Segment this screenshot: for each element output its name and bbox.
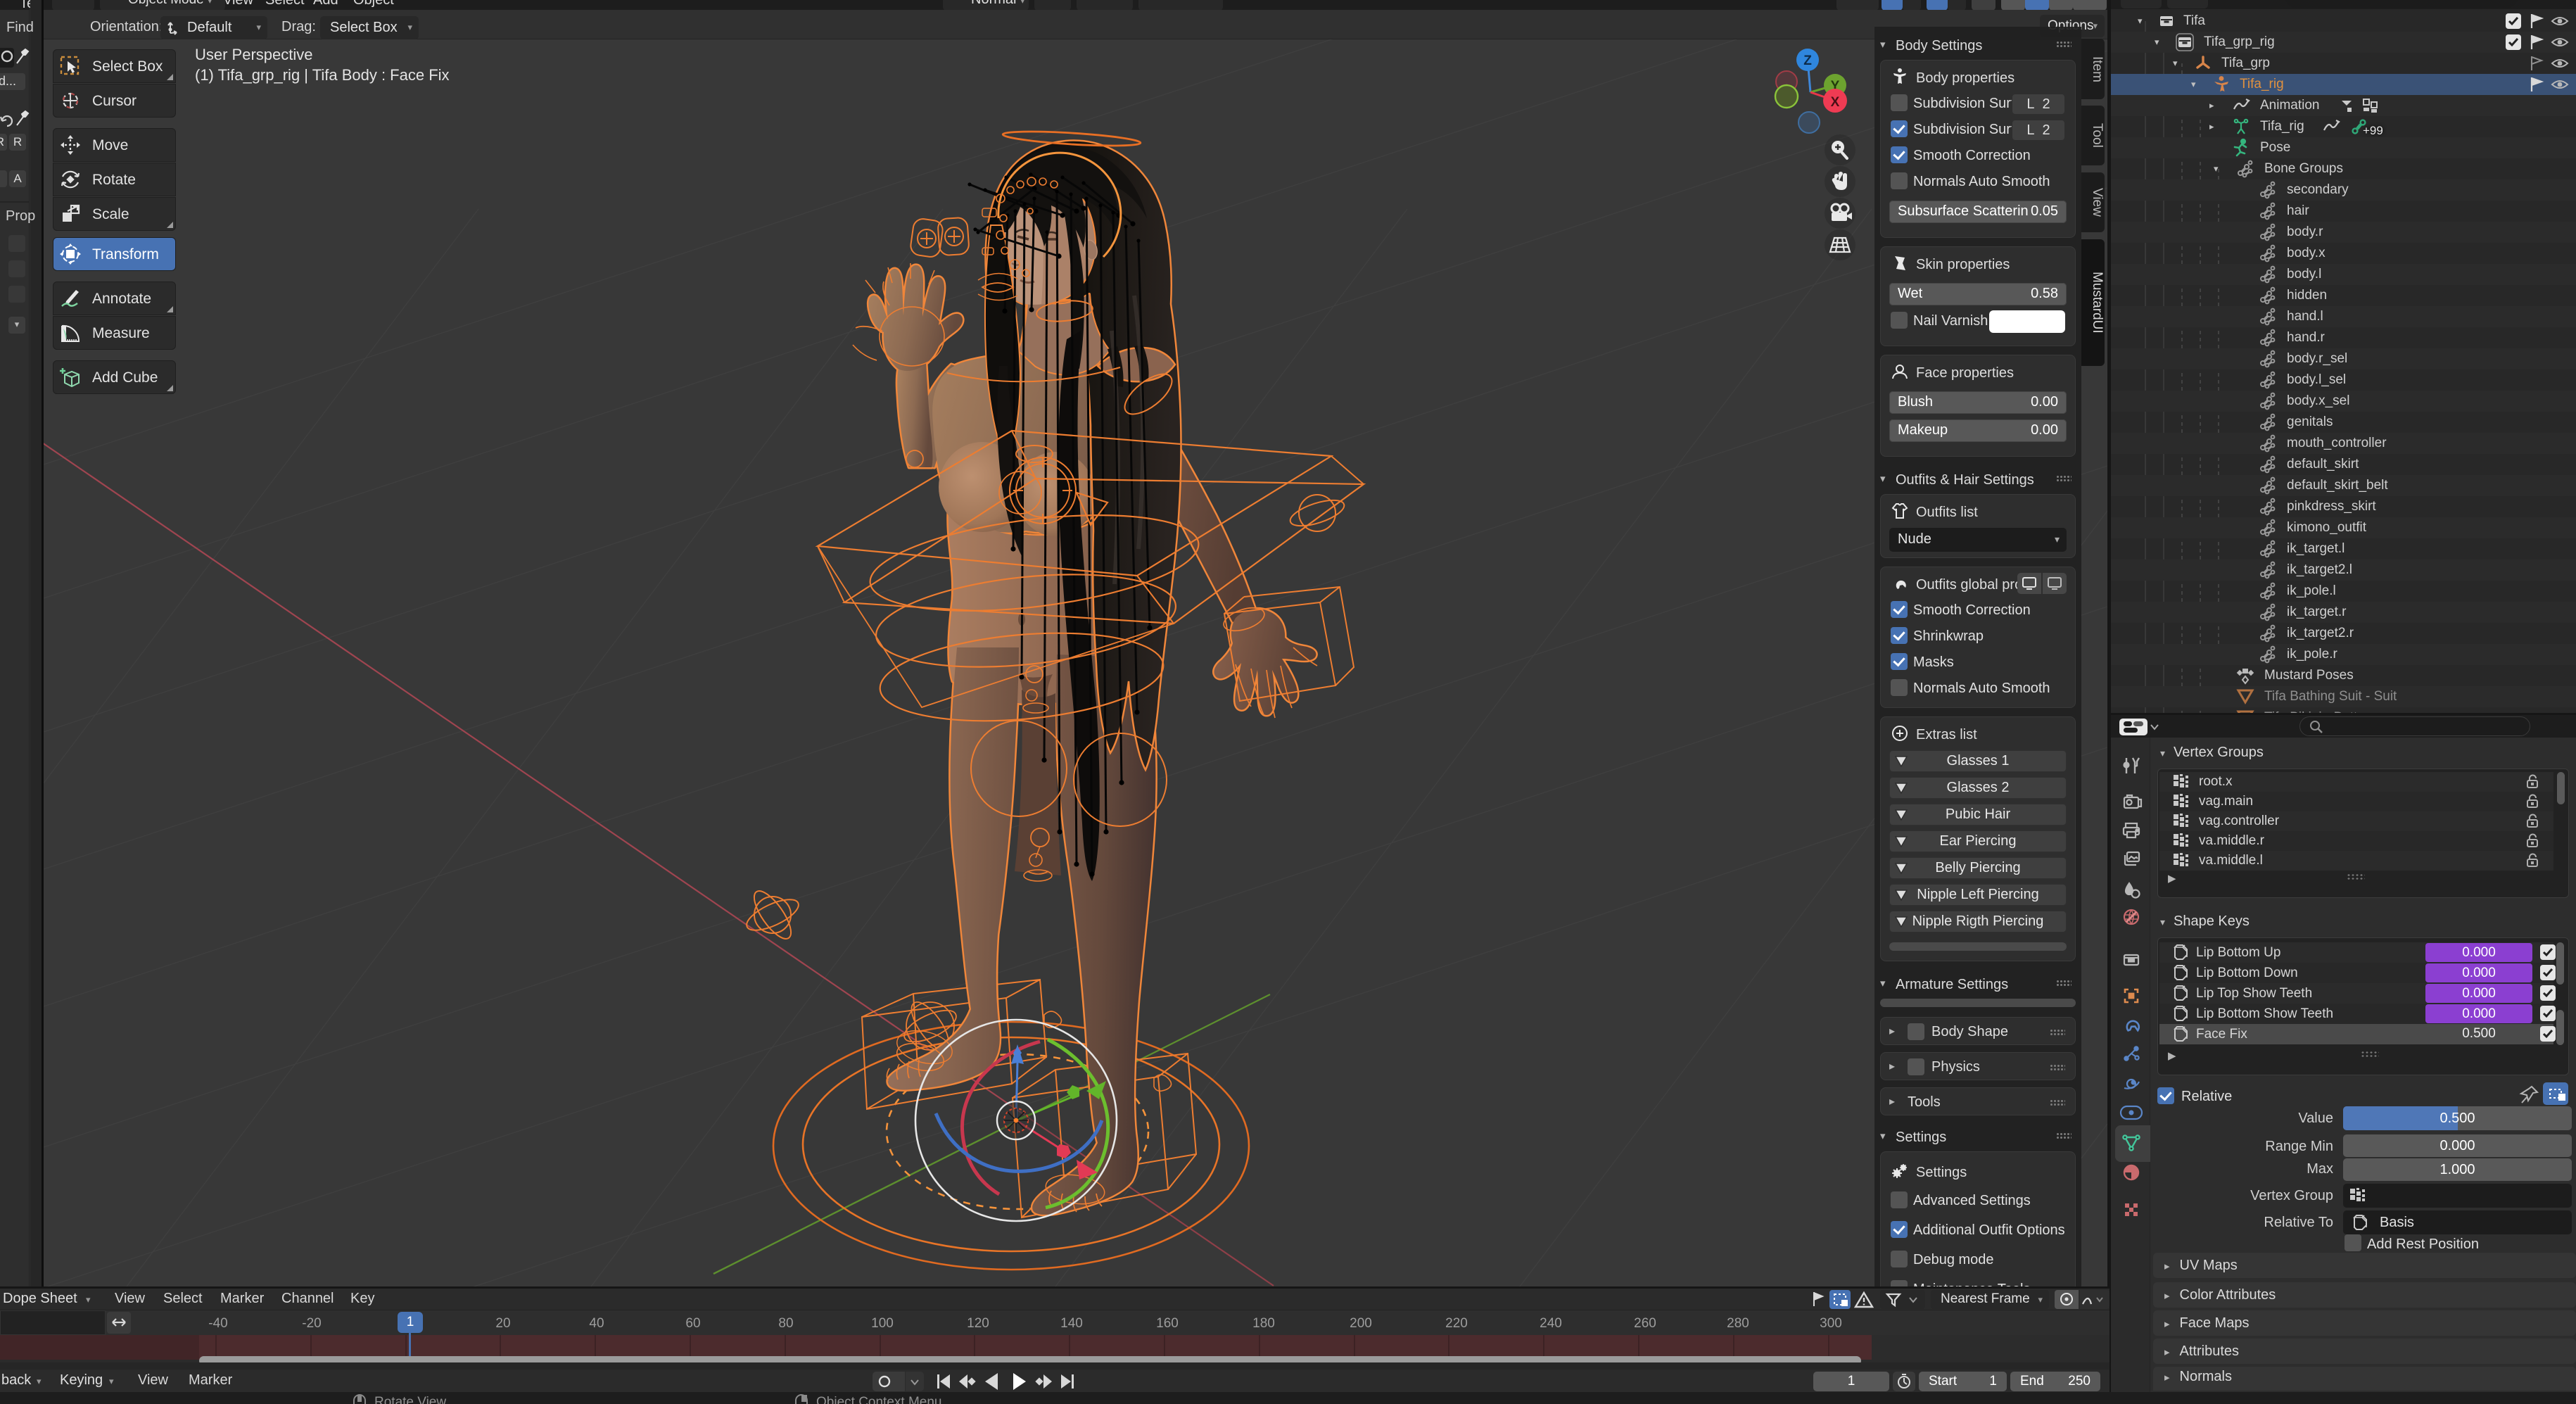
svg-text:X: X bbox=[1831, 95, 1840, 110]
svg-text:Z: Z bbox=[1803, 53, 1812, 68]
